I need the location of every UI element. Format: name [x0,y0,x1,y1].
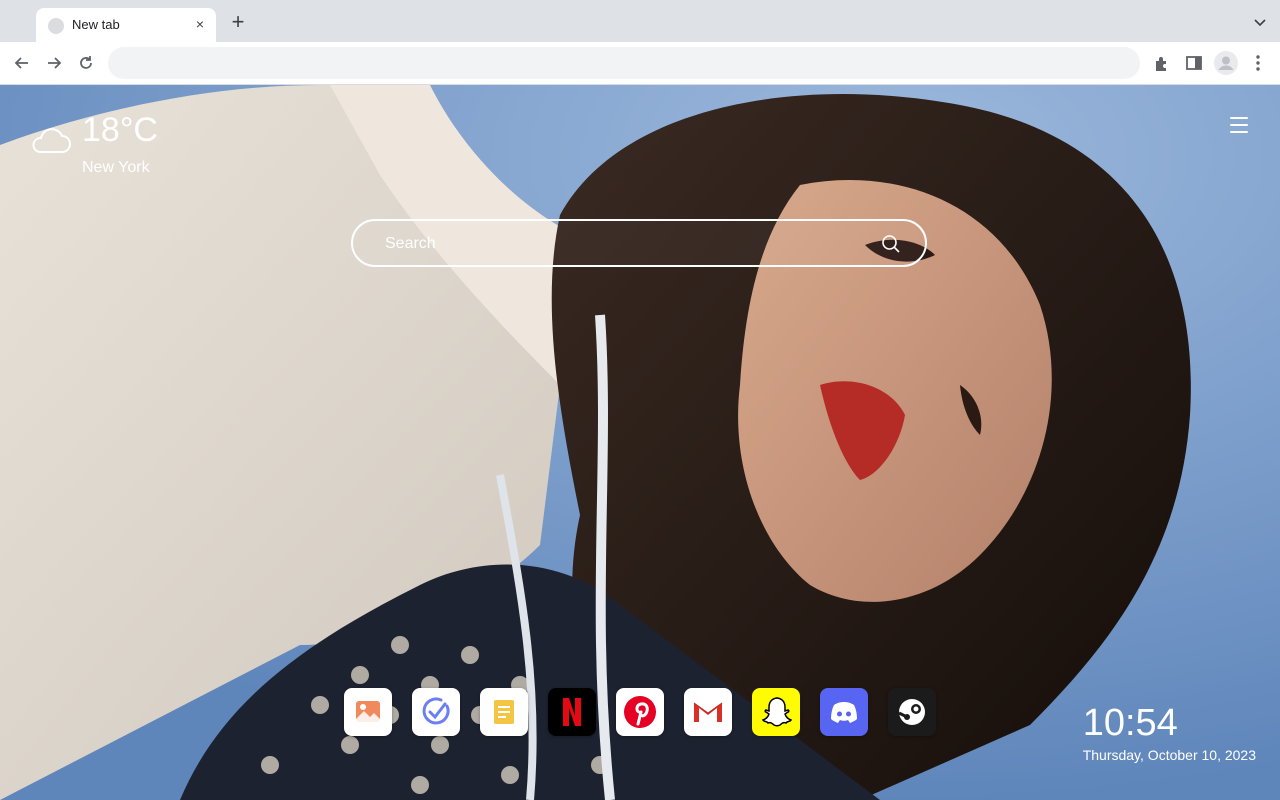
clock-date: Thursday, October 10, 2023 [1082,747,1256,763]
tab-title: New tab [72,17,120,32]
new-tab-button[interactable]: + [228,11,248,33]
search-input[interactable] [383,221,867,267]
address-bar[interactable] [108,47,1140,79]
search-icon[interactable] [881,234,901,254]
tab-new-tab[interactable]: New tab × [36,8,216,42]
back-arrow-icon[interactable] [12,53,32,73]
steam-shortcut[interactable] [888,688,936,736]
chevron-down-icon[interactable] [1252,14,1268,30]
tab-favicon [48,18,64,34]
new-tab-page: 18°C New York Search 10:54 Thursday, Oct… [0,85,1280,800]
image-app-shortcut[interactable] [344,688,392,736]
hamburger-menu-icon[interactable] [1230,117,1248,133]
check-icon [412,688,460,736]
discord-shortcut[interactable] [820,688,868,736]
temperature: 18°C [82,111,158,149]
netflix-shortcut[interactable] [548,688,596,736]
browser-toolbar [0,42,1280,85]
snapchat-shortcut[interactable] [752,688,800,736]
snapchat-icon [752,688,800,736]
pinterest-icon [616,688,664,736]
pinterest-shortcut[interactable] [616,688,664,736]
image-icon [344,688,392,736]
city-name: New York [82,159,150,176]
more-menu-icon[interactable] [1248,53,1268,73]
netflix-icon [548,688,596,736]
clock-widget: 10:54 Thursday, October 10, 2023 [1083,701,1256,765]
search-bar[interactable] [351,219,927,267]
tasks-app-shortcut[interactable] [412,688,460,736]
close-tab-icon[interactable]: × [192,16,208,32]
clock-time: 10:54 [1082,702,1178,744]
forward-arrow-icon[interactable] [44,53,64,73]
extensions-puzzle-icon[interactable] [1152,53,1172,73]
notes-app-shortcut[interactable] [480,688,528,736]
reload-icon[interactable] [76,53,96,73]
steam-icon [888,688,936,736]
cloud-icon [32,128,71,153]
profile-avatar-icon[interactable] [1214,51,1238,75]
gmail-shortcut[interactable] [684,688,732,736]
gmail-icon [684,688,732,736]
discord-icon [820,688,868,736]
tab-strip: New tab × + [0,0,1280,42]
side-panel-icon[interactable] [1184,53,1204,73]
note-icon [480,688,528,736]
